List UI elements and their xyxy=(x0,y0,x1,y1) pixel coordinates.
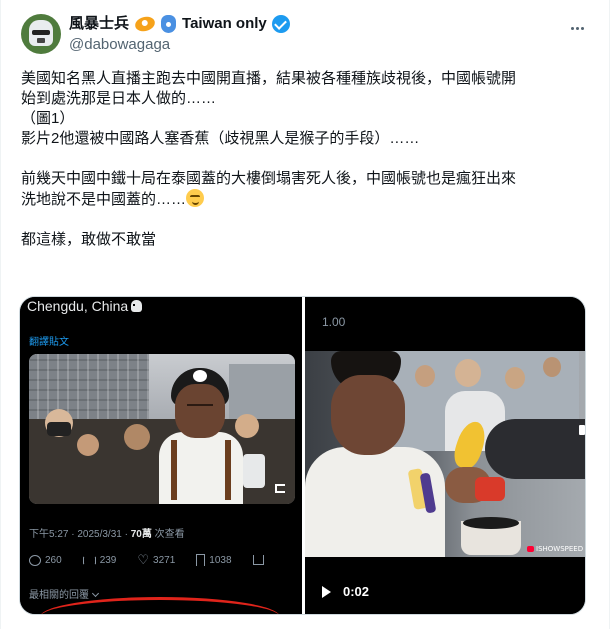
author-display-name[interactable]: 風暴士兵 xyxy=(69,14,129,34)
channel-watermark: ISHOWSPEED xyxy=(527,545,585,555)
related-label: 最相關的回覆 xyxy=(29,590,89,601)
video-time: 0:02 xyxy=(343,584,370,599)
streamer-face xyxy=(331,375,405,455)
engagement-bar: 260 239 ♡ 3271 1038 xyxy=(29,552,295,567)
red-band xyxy=(475,477,505,501)
repost-icon xyxy=(82,555,96,565)
youtube-icon xyxy=(527,546,534,552)
tweet-line: 都這樣，敢做不敢當 xyxy=(21,231,157,248)
bystander xyxy=(455,359,481,387)
avatar[interactable] xyxy=(21,14,61,54)
bookmark-stat[interactable]: 1038 xyxy=(196,554,232,566)
reply-icon xyxy=(29,554,41,566)
share-stat[interactable] xyxy=(252,555,264,565)
helmet-mouth xyxy=(37,38,45,43)
author-name-row[interactable]: 風暴士兵 Taiwan only xyxy=(69,14,290,34)
streamer-face xyxy=(175,384,225,438)
chevron-down-icon xyxy=(91,589,100,598)
heart-icon: ♡ xyxy=(137,552,150,567)
views-label: 次查看 xyxy=(151,529,185,540)
helmet-visor xyxy=(32,30,50,35)
tweet-line: 影片2他還被中國路人塞香蕉（歧視黑人是猴子的手段）…… xyxy=(21,130,420,147)
arm xyxy=(485,419,585,479)
tweet-line: 前幾天中國中鐵十局在泰國蓋的大樓倒塌害死人後，中國帳號也是瘋狂出來 xyxy=(21,170,517,187)
bystander xyxy=(77,434,99,456)
more-options-icon[interactable] xyxy=(567,18,587,38)
views-count: 70萬 xyxy=(130,529,152,540)
tweet-line: ​ xyxy=(21,149,591,169)
media-video[interactable]: 1.00 ISHOWSPEED 0:02 xyxy=(305,297,585,614)
share-icon xyxy=(252,555,264,565)
volume-icon[interactable] xyxy=(275,484,285,493)
bag-strap xyxy=(225,440,231,500)
repost-count: 239 xyxy=(99,554,117,566)
location-text: Chengdu, China xyxy=(27,298,129,314)
bookmark-count: 1038 xyxy=(209,554,232,566)
streamer-eyes xyxy=(187,404,213,408)
play-icon[interactable] xyxy=(322,586,331,598)
watermark-text: ISHOWSPEED xyxy=(536,545,584,553)
tweet-line: 洗地說不是中國蓋的…… xyxy=(21,189,591,210)
media-grid: Chengdu, China 翻譯貼文 下午5:27 · 2025/3/31 ·… xyxy=(19,296,586,615)
tweet-line: ​ xyxy=(21,210,591,230)
side-control[interactable] xyxy=(579,425,585,435)
smirk-face-icon xyxy=(186,189,205,207)
tweet-line-text: 洗地說不是中國蓋的…… xyxy=(21,191,187,208)
skull-icon xyxy=(131,300,145,312)
author-name-suffix[interactable]: Taiwan only xyxy=(182,14,267,34)
bystander xyxy=(124,424,150,450)
reply-count: 260 xyxy=(45,554,62,566)
phone xyxy=(243,454,265,488)
tweet-line: （圖1） xyxy=(21,110,75,127)
eye-of-horus-icon xyxy=(133,14,157,34)
bag-strap xyxy=(171,440,177,500)
bookmark-icon xyxy=(196,554,206,566)
hair-clip xyxy=(193,370,207,382)
bystander xyxy=(415,365,435,387)
verified-badge-icon[interactable] xyxy=(271,15,290,33)
like-count: 3271 xyxy=(153,554,176,566)
repost-stat[interactable]: 239 xyxy=(82,554,117,566)
embedded-video-thumbnail[interactable] xyxy=(29,354,295,504)
face-mask xyxy=(47,422,71,436)
post-metadata: 下午5:27 · 2025/3/31 · 70萬 次查看 xyxy=(29,525,185,540)
tweet-line: 美國知名黑人直播主跑去中國開直播，結果被各種種族歧視後，中國帳號開 xyxy=(21,70,517,87)
bystander xyxy=(505,367,525,389)
reply-stat[interactable]: 260 xyxy=(29,554,62,566)
post-timestamp: 下午5:27 · 2025/3/31 · xyxy=(29,529,131,540)
translate-post-link[interactable]: 翻譯貼文 xyxy=(29,333,69,348)
like-stat[interactable]: ♡ 3271 xyxy=(137,552,176,567)
cup-top xyxy=(463,517,519,529)
bystander xyxy=(235,414,259,438)
location-caption: Chengdu, China xyxy=(27,297,145,315)
tweet-container: 風暴士兵 Taiwan only @dabowagaga 美國知名黑人直播主跑去… xyxy=(0,0,610,629)
video-frame[interactable]: ISHOWSPEED xyxy=(305,351,585,557)
sort-replies-selector[interactable]: 最相關的回覆 xyxy=(29,586,100,601)
media-image-screenshot[interactable]: Chengdu, China 翻譯貼文 下午5:27 · 2025/3/31 ·… xyxy=(20,297,302,614)
playback-speed-label: 1.00 xyxy=(322,315,346,329)
bystander xyxy=(543,357,561,377)
author-handle[interactable]: @dabowagaga xyxy=(69,35,170,55)
tweet-line: 始到處洗那是日本人做的…… xyxy=(21,90,217,107)
hamsa-icon xyxy=(161,15,177,33)
tweet-body: 美國知名黑人直播主跑去中國開直播，結果被各種種族歧視後，中國帳號開 始到處洗那是… xyxy=(21,69,591,250)
